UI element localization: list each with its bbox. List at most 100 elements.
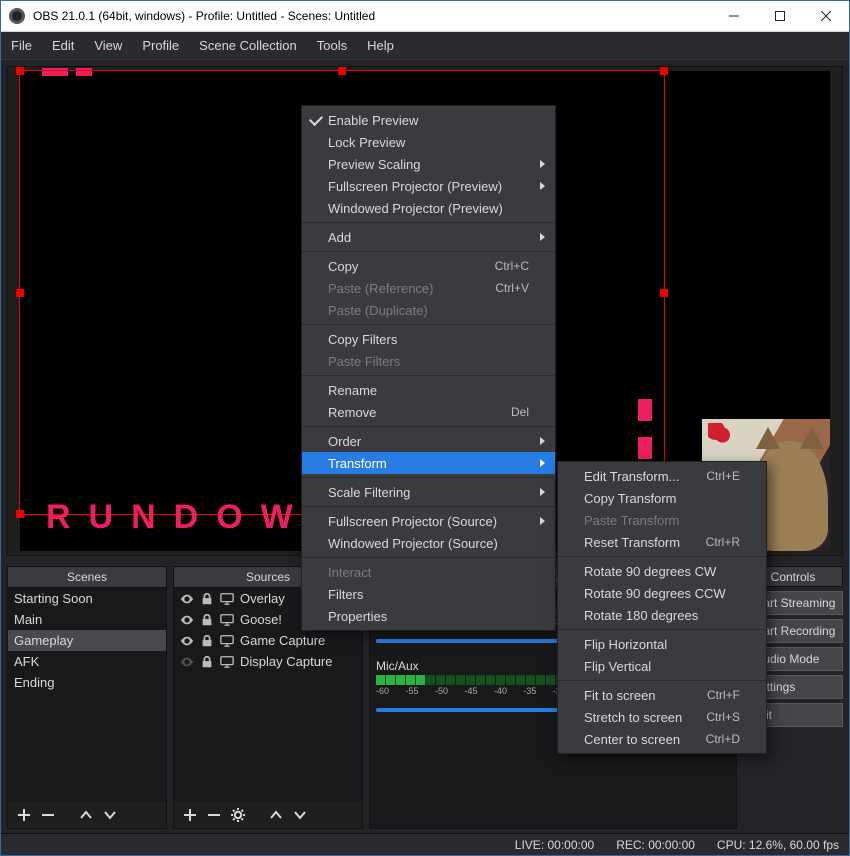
window-close-button[interactable]: [803, 1, 849, 32]
menu-item-enable-preview[interactable]: Enable Preview: [302, 109, 555, 131]
scene-label: Gameplay: [14, 633, 73, 648]
menu-item-label: Reset Transform: [584, 535, 680, 550]
scene-item[interactable]: AFK: [8, 651, 166, 672]
window-minimize-button[interactable]: [711, 1, 757, 32]
window-maximize-button[interactable]: [757, 1, 803, 32]
menu-item-windowed-projector-source[interactable]: Windowed Projector (Source): [302, 532, 555, 554]
menu-item-copy-filters[interactable]: Copy Filters: [302, 328, 555, 350]
menu-item-label: Fit to screen: [584, 688, 656, 703]
lock-icon[interactable]: [200, 613, 214, 627]
menu-item-label: Copy Transform: [584, 491, 676, 506]
menu-item-label: Remove: [328, 405, 376, 420]
menu-item-label: Filters: [328, 587, 363, 602]
menu-item-fit-to-screen[interactable]: Fit to screenCtrl+F: [558, 684, 766, 706]
menu-item-flip-vertical[interactable]: Flip Vertical: [558, 655, 766, 677]
menu-item-order[interactable]: Order: [302, 430, 555, 452]
menu-item-copy[interactable]: Copy Ctrl+C: [302, 255, 555, 277]
status-cpu: CPU: 12.6%, 60.00 fps: [717, 838, 839, 852]
scene-down-button[interactable]: [98, 803, 122, 827]
menu-item-rotate-180-degrees[interactable]: Rotate 180 degrees: [558, 604, 766, 626]
menu-item-rotate-90-degrees-ccw[interactable]: Rotate 90 degrees CCW: [558, 582, 766, 604]
menu-item-reset-transform[interactable]: Reset Transform Ctrl+R: [558, 531, 766, 553]
visibility-toggle-icon[interactable]: [180, 592, 194, 606]
menu-help[interactable]: Help: [357, 32, 404, 60]
menu-item-stretch-to-screen[interactable]: Stretch to screenCtrl+S: [558, 706, 766, 728]
scene-item[interactable]: Ending: [8, 672, 166, 693]
scene-item[interactable]: Starting Soon: [8, 588, 166, 609]
app-icon: [9, 8, 25, 24]
source-up-button[interactable]: [264, 803, 288, 827]
status-live: LIVE: 00:00:00: [515, 838, 594, 852]
add-scene-button[interactable]: [12, 803, 36, 827]
menu-tools[interactable]: Tools: [307, 32, 357, 60]
menu-item-fullscreen-projector-source[interactable]: Fullscreen Projector (Source): [302, 510, 555, 532]
menu-item-label: Flip Horizontal: [584, 637, 667, 652]
lock-icon[interactable]: [200, 655, 214, 669]
remove-source-button[interactable]: [202, 803, 226, 827]
menu-item-label: Rotate 180 degrees: [584, 608, 698, 623]
menu-item-flip-horizontal[interactable]: Flip Horizontal: [558, 633, 766, 655]
obs-window: OBS 21.0.1 (64bit, windows) - Profile: U…: [0, 0, 850, 856]
scenes-list[interactable]: Starting Soon Main Gameplay AFKEnding: [8, 588, 166, 802]
menu-item-label: Scale Filtering: [328, 485, 410, 500]
source-label: Display Capture: [240, 654, 333, 669]
context-menu-transform[interactable]: Edit Transform...Ctrl+E Copy Transform Pas…: [557, 461, 767, 754]
menu-item-shortcut: Ctrl+R: [706, 535, 740, 549]
menu-item-copy-transform[interactable]: Copy Transform: [558, 487, 766, 509]
scenes-panel: Scenes Starting Soon Main Gameplay AFKEndin…: [7, 566, 167, 829]
context-menu-main[interactable]: Enable PreviewLock Preview Preview Scalin…: [301, 105, 556, 631]
menu-item-shortcut: Ctrl+E: [706, 469, 740, 483]
lock-icon[interactable]: [200, 634, 214, 648]
source-type-icon: [220, 634, 234, 648]
menu-item-properties[interactable]: Properties: [302, 605, 555, 627]
menu-item-shortcut: Ctrl+C: [495, 259, 529, 273]
menu-item-label: Paste (Duplicate): [328, 303, 428, 318]
visibility-toggle-icon[interactable]: [180, 634, 194, 648]
menu-item-label: Paste (Reference): [328, 281, 434, 296]
scene-item[interactable]: Main: [8, 609, 166, 630]
menu-item-label: Copy Filters: [328, 332, 397, 347]
source-down-button[interactable]: [288, 803, 312, 827]
menu-item-edit-transform[interactable]: Edit Transform...Ctrl+E: [558, 465, 766, 487]
menu-item-filters[interactable]: Filters: [302, 583, 555, 605]
menu-view[interactable]: View: [84, 32, 132, 60]
menu-item-rename[interactable]: Rename: [302, 379, 555, 401]
visibility-toggle-icon[interactable]: [180, 613, 194, 627]
menu-item-add[interactable]: Add: [302, 226, 555, 248]
menu-item-lock-preview[interactable]: Lock Preview: [302, 131, 555, 153]
source-type-icon: [220, 655, 234, 669]
menu-item-paste-transform: Paste Transform: [558, 509, 766, 531]
menu-item-scale-filtering[interactable]: Scale Filtering: [302, 481, 555, 503]
source-properties-button[interactable]: [226, 803, 250, 827]
scene-up-button[interactable]: [74, 803, 98, 827]
menu-file[interactable]: File: [1, 32, 42, 60]
source-item[interactable]: Display Capture: [174, 651, 362, 672]
menu-item-label: Paste Filters: [328, 354, 400, 369]
remove-scene-button[interactable]: [36, 803, 60, 827]
add-source-button[interactable]: [178, 803, 202, 827]
menu-item-center-to-screen[interactable]: Center to screenCtrl+D: [558, 728, 766, 750]
menu-item-remove[interactable]: Remove Del: [302, 401, 555, 423]
menu-profile[interactable]: Profile: [132, 32, 189, 60]
menu-item-transform[interactable]: Transform: [302, 452, 555, 474]
scene-label: Main: [14, 612, 42, 627]
menu-item-windowed-projector-preview[interactable]: Windowed Projector (Preview): [302, 197, 555, 219]
visibility-toggle-icon[interactable]: [180, 655, 194, 669]
menu-edit[interactable]: Edit: [42, 32, 84, 60]
menu-item-label: Preview Scaling: [328, 157, 421, 172]
source-label: Overlay: [240, 591, 285, 606]
menu-item-rotate-90-degrees-cw[interactable]: Rotate 90 degrees CW: [558, 560, 766, 582]
menu-scene-collection[interactable]: Scene Collection: [189, 32, 307, 60]
lock-icon[interactable]: [200, 592, 214, 606]
menu-item-fullscreen-projector-preview[interactable]: Fullscreen Projector (Preview): [302, 175, 555, 197]
menu-item-shortcut: Del: [511, 405, 529, 419]
menu-item-label: Windowed Projector (Source): [328, 536, 498, 551]
menu-item-label: Copy: [328, 259, 358, 274]
menu-item-label: Fullscreen Projector (Source): [328, 514, 497, 529]
scene-item[interactable]: Gameplay: [8, 630, 166, 651]
menu-item-preview-scaling[interactable]: Preview Scaling: [302, 153, 555, 175]
menu-item-interact: Interact: [302, 561, 555, 583]
scenes-header: Scenes: [8, 567, 166, 588]
source-item[interactable]: Game Capture: [174, 630, 362, 651]
menubar: FileEditViewProfileScene CollectionTools…: [1, 32, 849, 60]
